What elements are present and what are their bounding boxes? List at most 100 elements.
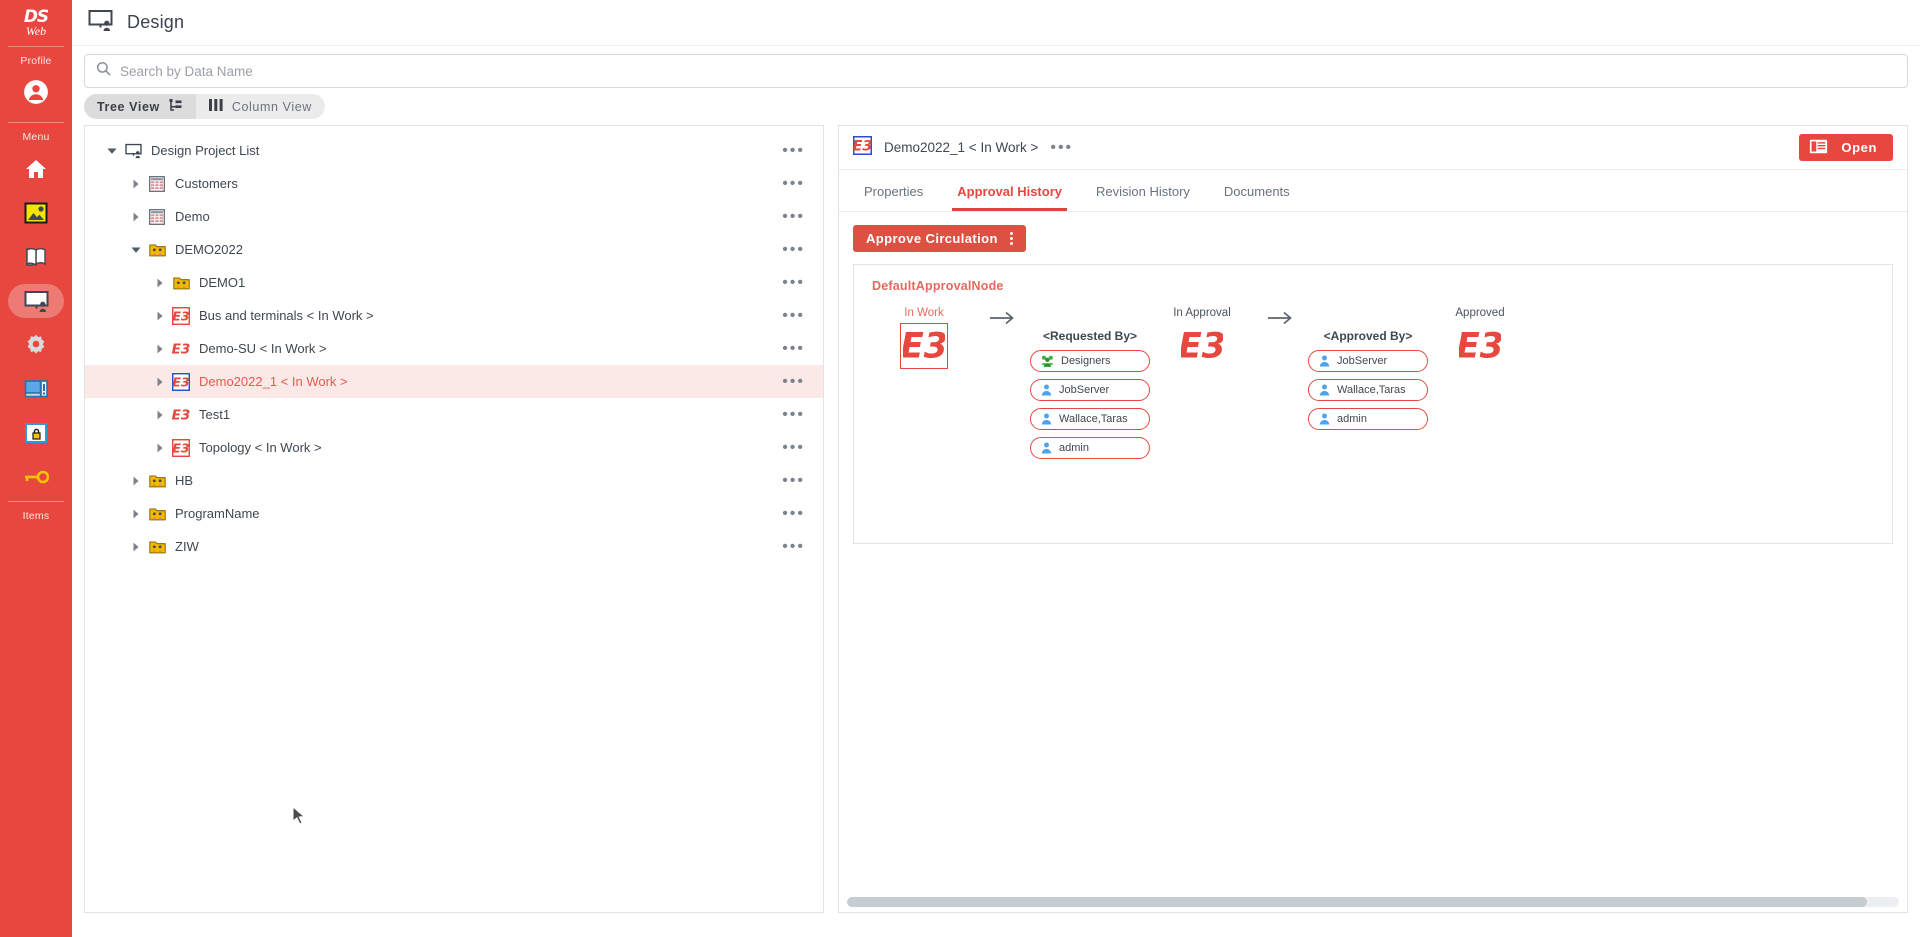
approver-chip[interactable]: JobServer (1308, 350, 1428, 372)
e3-icon: E3 (172, 406, 190, 424)
caret-right-icon[interactable] (127, 208, 145, 226)
tree-row-overflow-menu[interactable]: ••• (782, 299, 805, 332)
tree-row-overflow-menu[interactable]: ••• (782, 497, 805, 530)
tab-tree-view[interactable]: Tree View (84, 94, 196, 119)
approve-circulation-label: Approve Circulation (866, 231, 998, 246)
tab-documents[interactable]: Documents (1207, 170, 1307, 211)
horizontal-scrollbar[interactable] (847, 897, 1899, 907)
tree-row-programname[interactable]: ProgramName••• (85, 497, 823, 530)
folder-icon (148, 505, 166, 523)
tab-column-view[interactable]: Column View (196, 94, 325, 119)
rail-menu-caption: Menu (22, 125, 49, 147)
search-placeholder: Search by Data Name (120, 64, 253, 79)
vertical-dots-icon[interactable] (1010, 232, 1013, 245)
folder-icon (148, 538, 166, 556)
caret-right-icon[interactable] (151, 307, 169, 325)
caret-right-icon[interactable] (151, 340, 169, 358)
design-board-icon (125, 143, 142, 159)
sidebar-item-license[interactable] (8, 460, 64, 494)
tree-row-topology-in-work[interactable]: E3 Topology < In Work > ••• (85, 431, 823, 464)
sidebar-item-design[interactable] (8, 284, 64, 318)
tree-row-demo1[interactable]: DEMO1 ••• (85, 266, 823, 299)
tree-row-overflow-menu[interactable]: ••• (782, 167, 805, 200)
tab-revision-history[interactable]: Revision History (1079, 170, 1207, 211)
tree-row-overflow-menu[interactable]: ••• (782, 431, 805, 464)
tree-row-overflow-menu[interactable]: ••• (782, 464, 805, 497)
tree-row-bus-and-terminals-in-work[interactable]: E3Bus and terminals < In Work >••• (85, 299, 823, 332)
tree-row-overflow-menu[interactable]: ••• (782, 134, 805, 167)
tree-row-demo2022[interactable]: DEMO2022••• (85, 233, 823, 266)
caret-right-icon[interactable] (127, 175, 145, 193)
caret-down-icon (131, 246, 141, 254)
approver-chip[interactable]: Designers (1030, 350, 1150, 372)
tree-row-customers[interactable]: Customers ••• (85, 167, 823, 200)
approver-chip[interactable]: JobServer (1030, 379, 1150, 401)
tree-row-label: DEMO1 (199, 275, 245, 290)
approver-chip[interactable]: Wallace,Taras (1308, 379, 1428, 401)
design-board-icon (24, 290, 49, 313)
sidebar-item-monitor[interactable] (8, 372, 64, 406)
e3-boxed-blue-icon: E3 (172, 373, 190, 391)
e3-icon: E3 (172, 340, 190, 357)
design-board-icon (88, 9, 113, 37)
caret-right-icon (132, 179, 140, 189)
user-avatar-icon[interactable] (23, 79, 49, 110)
open-button[interactable]: Open (1799, 134, 1893, 161)
approval-group-heading: <Approved By> (1324, 329, 1413, 343)
e3-boxed-icon: E3 (172, 307, 190, 325)
approver-chip[interactable]: Wallace,Taras (1030, 408, 1150, 430)
caret-right-icon[interactable] (151, 406, 169, 424)
sidebar-item-home[interactable] (8, 152, 64, 186)
view-toggle-group: Tree View Column View (84, 94, 325, 119)
person-icon (1319, 413, 1330, 425)
tree-row-overflow-menu[interactable]: ••• (782, 398, 805, 431)
caret-down-icon[interactable] (103, 142, 121, 160)
view-toggle: Tree View Column View (72, 94, 1920, 125)
sidebar-item-library[interactable] (8, 240, 64, 274)
caret-down-icon[interactable] (127, 241, 145, 259)
tree-row-overflow-menu[interactable]: ••• (782, 332, 805, 365)
tab-properties[interactable]: Properties (847, 170, 940, 211)
tree-row-demo[interactable]: Demo••• (85, 200, 823, 233)
sidebar-item-security[interactable] (8, 416, 64, 450)
caret-right-icon[interactable] (127, 472, 145, 490)
tree-row-overflow-menu[interactable]: ••• (782, 233, 805, 266)
tree-row-ziw[interactable]: ZIW••• (85, 530, 823, 563)
detail-body: Approve Circulation DefaultApprovalNode … (839, 212, 1907, 912)
e3-logo-icon: E3 (1181, 326, 1223, 366)
svg-text:E3: E3 (172, 408, 190, 423)
tree-row-hb[interactable]: HB••• (85, 464, 823, 497)
person-icon (1041, 413, 1052, 425)
detail-tabs: PropertiesApproval HistoryRevision Histo… (839, 170, 1907, 212)
tree-row-test1[interactable]: E3Test1••• (85, 398, 823, 431)
tree-row-label: Customers (175, 176, 238, 191)
caret-right-icon[interactable] (127, 538, 145, 556)
caret-right-icon[interactable] (151, 274, 169, 292)
tree-row-overflow-menu[interactable]: ••• (782, 365, 805, 398)
key-icon (23, 470, 49, 484)
tree-row-demo-su-in-work[interactable]: E3Demo-SU < In Work >••• (85, 332, 823, 365)
approver-chip[interactable]: admin (1030, 437, 1150, 459)
caret-right-icon[interactable] (127, 505, 145, 523)
search-input[interactable]: Search by Data Name (84, 54, 1908, 88)
sidebar-item-presentation[interactable] (8, 196, 64, 230)
detail-overflow-menu[interactable]: ••• (1050, 144, 1073, 152)
tree-row-label: Topology < In Work > (199, 440, 322, 455)
tab-approval-history[interactable]: Approval History (940, 170, 1079, 211)
approve-circulation-button[interactable]: Approve Circulation (853, 225, 1026, 252)
caret-right-icon (156, 311, 164, 321)
app-logo[interactable]: DS Web (0, 0, 72, 44)
sidebar-item-settings[interactable] (8, 328, 64, 362)
gear-icon (24, 333, 48, 357)
tree-row-overflow-menu[interactable]: ••• (782, 266, 805, 299)
tree-row-demo2022-1-in-work[interactable]: E3Demo2022_1 < In Work >••• (85, 365, 823, 398)
tree-row-overflow-menu[interactable]: ••• (782, 200, 805, 233)
caret-right-icon[interactable] (151, 439, 169, 457)
tree-row-design-project-list[interactable]: Design Project List••• (85, 134, 823, 167)
scrollbar-thumb[interactable] (847, 897, 1867, 907)
tree-row-overflow-menu[interactable]: ••• (782, 530, 805, 563)
approver-name: Designers (1061, 355, 1111, 367)
svg-text:E3: E3 (172, 440, 190, 455)
approver-chip[interactable]: admin (1308, 408, 1428, 430)
caret-right-icon[interactable] (151, 373, 169, 391)
